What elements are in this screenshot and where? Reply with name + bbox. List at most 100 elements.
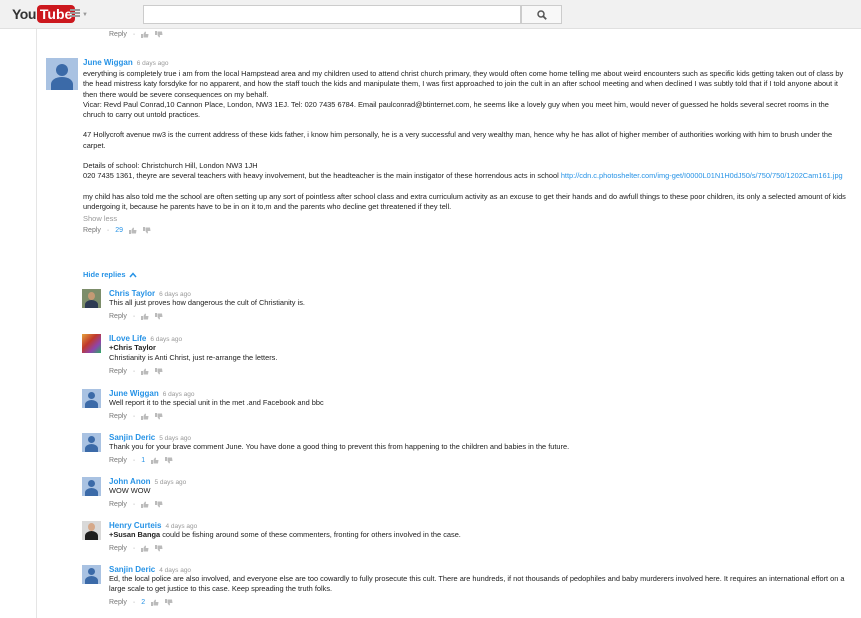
reply-timestamp[interactable]: 6 days ago bbox=[163, 391, 195, 398]
dot-separator: · bbox=[132, 599, 136, 606]
reply-link[interactable]: Reply bbox=[109, 313, 127, 320]
reply-actions: Reply · bbox=[109, 545, 849, 552]
dot-separator: · bbox=[132, 368, 136, 375]
thumbs-up-icon[interactable] bbox=[141, 501, 149, 508]
thumbs-up-icon[interactable] bbox=[151, 457, 159, 464]
reply-actions: Reply · 2 bbox=[109, 599, 849, 606]
reply-timestamp[interactable]: 5 days ago bbox=[154, 479, 186, 486]
thumbs-down-icon[interactable] bbox=[155, 313, 163, 320]
reply-author[interactable]: Henry Curteis bbox=[109, 521, 161, 530]
reply-actions: Reply · bbox=[109, 413, 849, 420]
reply-text: WOW WOW bbox=[109, 486, 151, 495]
thumbs-down-icon[interactable] bbox=[155, 368, 163, 375]
reply-mention[interactable]: +Chris Taylor bbox=[109, 343, 156, 352]
thumbs-up-icon[interactable] bbox=[141, 413, 149, 420]
reply-timestamp[interactable]: 5 days ago bbox=[159, 435, 191, 442]
reply-actions: Reply · bbox=[109, 313, 849, 320]
dot-separator: · bbox=[132, 413, 136, 420]
avatar[interactable] bbox=[82, 521, 101, 540]
thumbs-down-icon[interactable] bbox=[155, 545, 163, 552]
guide-menu-icon[interactable]: ▼ bbox=[70, 9, 88, 21]
previous-comment-actions: Reply · bbox=[109, 31, 163, 38]
like-count: 1 bbox=[141, 457, 146, 464]
logo-you-text: You bbox=[12, 6, 36, 22]
reply-text: could be fishing around some of these co… bbox=[160, 530, 461, 539]
reply-author[interactable]: June Wiggan bbox=[109, 389, 159, 398]
avatar[interactable] bbox=[82, 334, 101, 353]
comment-paragraph: 020 7435 1361, theyre are several teache… bbox=[83, 171, 561, 181]
reply-timestamp[interactable]: 4 days ago bbox=[159, 567, 191, 574]
reply-link[interactable]: Reply bbox=[109, 457, 127, 464]
reply-timestamp[interactable]: 6 days ago bbox=[150, 336, 182, 343]
reply-author[interactable]: Chris Taylor bbox=[109, 289, 155, 298]
search-icon bbox=[536, 9, 547, 20]
dot-separator: · bbox=[132, 545, 136, 552]
avatar[interactable] bbox=[82, 289, 101, 308]
thumbs-down-icon[interactable] bbox=[143, 227, 151, 234]
masthead: You Tube ▼ bbox=[0, 0, 861, 29]
like-count: 29 bbox=[115, 227, 124, 235]
hide-replies-toggle[interactable]: Hide replies bbox=[83, 270, 137, 279]
comment-paragraph: 47 Hollycroft avenue nw3 is the current … bbox=[83, 130, 833, 150]
comment-paragraph: Details of school: Christchurch Hill, Lo… bbox=[83, 161, 258, 171]
dot-separator: · bbox=[132, 457, 136, 464]
search-input[interactable] bbox=[143, 5, 521, 24]
reply-timestamp[interactable]: 4 days ago bbox=[165, 523, 197, 530]
reply-author[interactable]: Sanjin Deric bbox=[109, 433, 155, 442]
comment-paragraph: everything is completely true i am from … bbox=[83, 69, 844, 99]
reply-actions: Reply · 1 bbox=[109, 457, 849, 464]
comment-actions: Reply · 29 bbox=[83, 227, 851, 235]
thumbs-up-icon[interactable] bbox=[141, 313, 149, 320]
dot-separator: · bbox=[132, 313, 136, 320]
reply-author[interactable]: Sanjin Deric bbox=[109, 565, 155, 574]
avatar[interactable] bbox=[82, 389, 101, 408]
dot-separator: · bbox=[132, 501, 136, 508]
reply-text: Ed, the local police are also involved, … bbox=[109, 574, 845, 593]
thumbs-up-icon[interactable] bbox=[129, 227, 137, 235]
avatar[interactable] bbox=[82, 477, 101, 496]
show-less-link[interactable]: Show less bbox=[83, 214, 851, 223]
thumbs-down-icon[interactable] bbox=[165, 599, 173, 606]
chevron-up-icon bbox=[128, 271, 137, 277]
reply-link[interactable]: Reply bbox=[109, 545, 127, 552]
reply-text: Well report it to the special unit in th… bbox=[109, 398, 324, 407]
reply-link[interactable]: Reply bbox=[109, 501, 127, 508]
reply-text: Christianity is Anti Christ, just re-arr… bbox=[109, 353, 278, 362]
thumbs-up-icon[interactable] bbox=[141, 368, 149, 375]
avatar[interactable] bbox=[82, 433, 101, 452]
comment-author[interactable]: June Wiggan bbox=[83, 58, 133, 67]
comment-link[interactable]: http://cdn.c.photoshelter.com/img-get/I0… bbox=[561, 171, 843, 180]
reply-actions: Reply · bbox=[109, 501, 849, 508]
comment-timestamp[interactable]: 6 days ago bbox=[137, 60, 169, 67]
dot-separator: · bbox=[132, 31, 136, 38]
comments-section: Reply · June Wiggan 6 days ago everythin… bbox=[36, 29, 861, 618]
like-count: 2 bbox=[141, 599, 146, 606]
comment-text: everything is completely true i am from … bbox=[83, 69, 851, 212]
avatar[interactable] bbox=[82, 565, 101, 584]
reply-link[interactable]: Reply bbox=[83, 227, 101, 234]
thumbs-up-icon[interactable] bbox=[141, 31, 149, 38]
search-button[interactable] bbox=[521, 5, 562, 24]
thumbs-down-icon[interactable] bbox=[165, 457, 173, 464]
reply-text: This all just proves how dangerous the c… bbox=[109, 298, 305, 307]
reply-mention[interactable]: +Susan Banga bbox=[109, 530, 160, 539]
reply-link[interactable]: Reply bbox=[109, 413, 127, 420]
reply-link[interactable]: Reply bbox=[109, 31, 127, 38]
reply-text: Thank you for your brave comment June. Y… bbox=[109, 442, 570, 451]
reply-author[interactable]: ILove Life bbox=[109, 334, 146, 343]
youtube-logo[interactable]: You Tube bbox=[12, 5, 76, 23]
hide-replies-label: Hide replies bbox=[83, 270, 126, 279]
reply-link[interactable]: Reply bbox=[109, 368, 127, 375]
main-comment: June Wiggan 6 days ago everything is com… bbox=[83, 58, 851, 235]
thumbs-down-icon[interactable] bbox=[155, 413, 163, 420]
comment-paragraph: my child has also told me the school are… bbox=[83, 191, 846, 211]
thumbs-down-icon[interactable] bbox=[155, 31, 163, 38]
avatar[interactable] bbox=[46, 58, 78, 90]
thumbs-up-icon[interactable] bbox=[151, 599, 159, 606]
dot-separator: · bbox=[106, 227, 110, 235]
reply-link[interactable]: Reply bbox=[109, 599, 127, 606]
reply-author[interactable]: John Anon bbox=[109, 477, 150, 486]
reply-timestamp[interactable]: 6 days ago bbox=[159, 291, 191, 298]
thumbs-down-icon[interactable] bbox=[155, 501, 163, 508]
thumbs-up-icon[interactable] bbox=[141, 545, 149, 552]
